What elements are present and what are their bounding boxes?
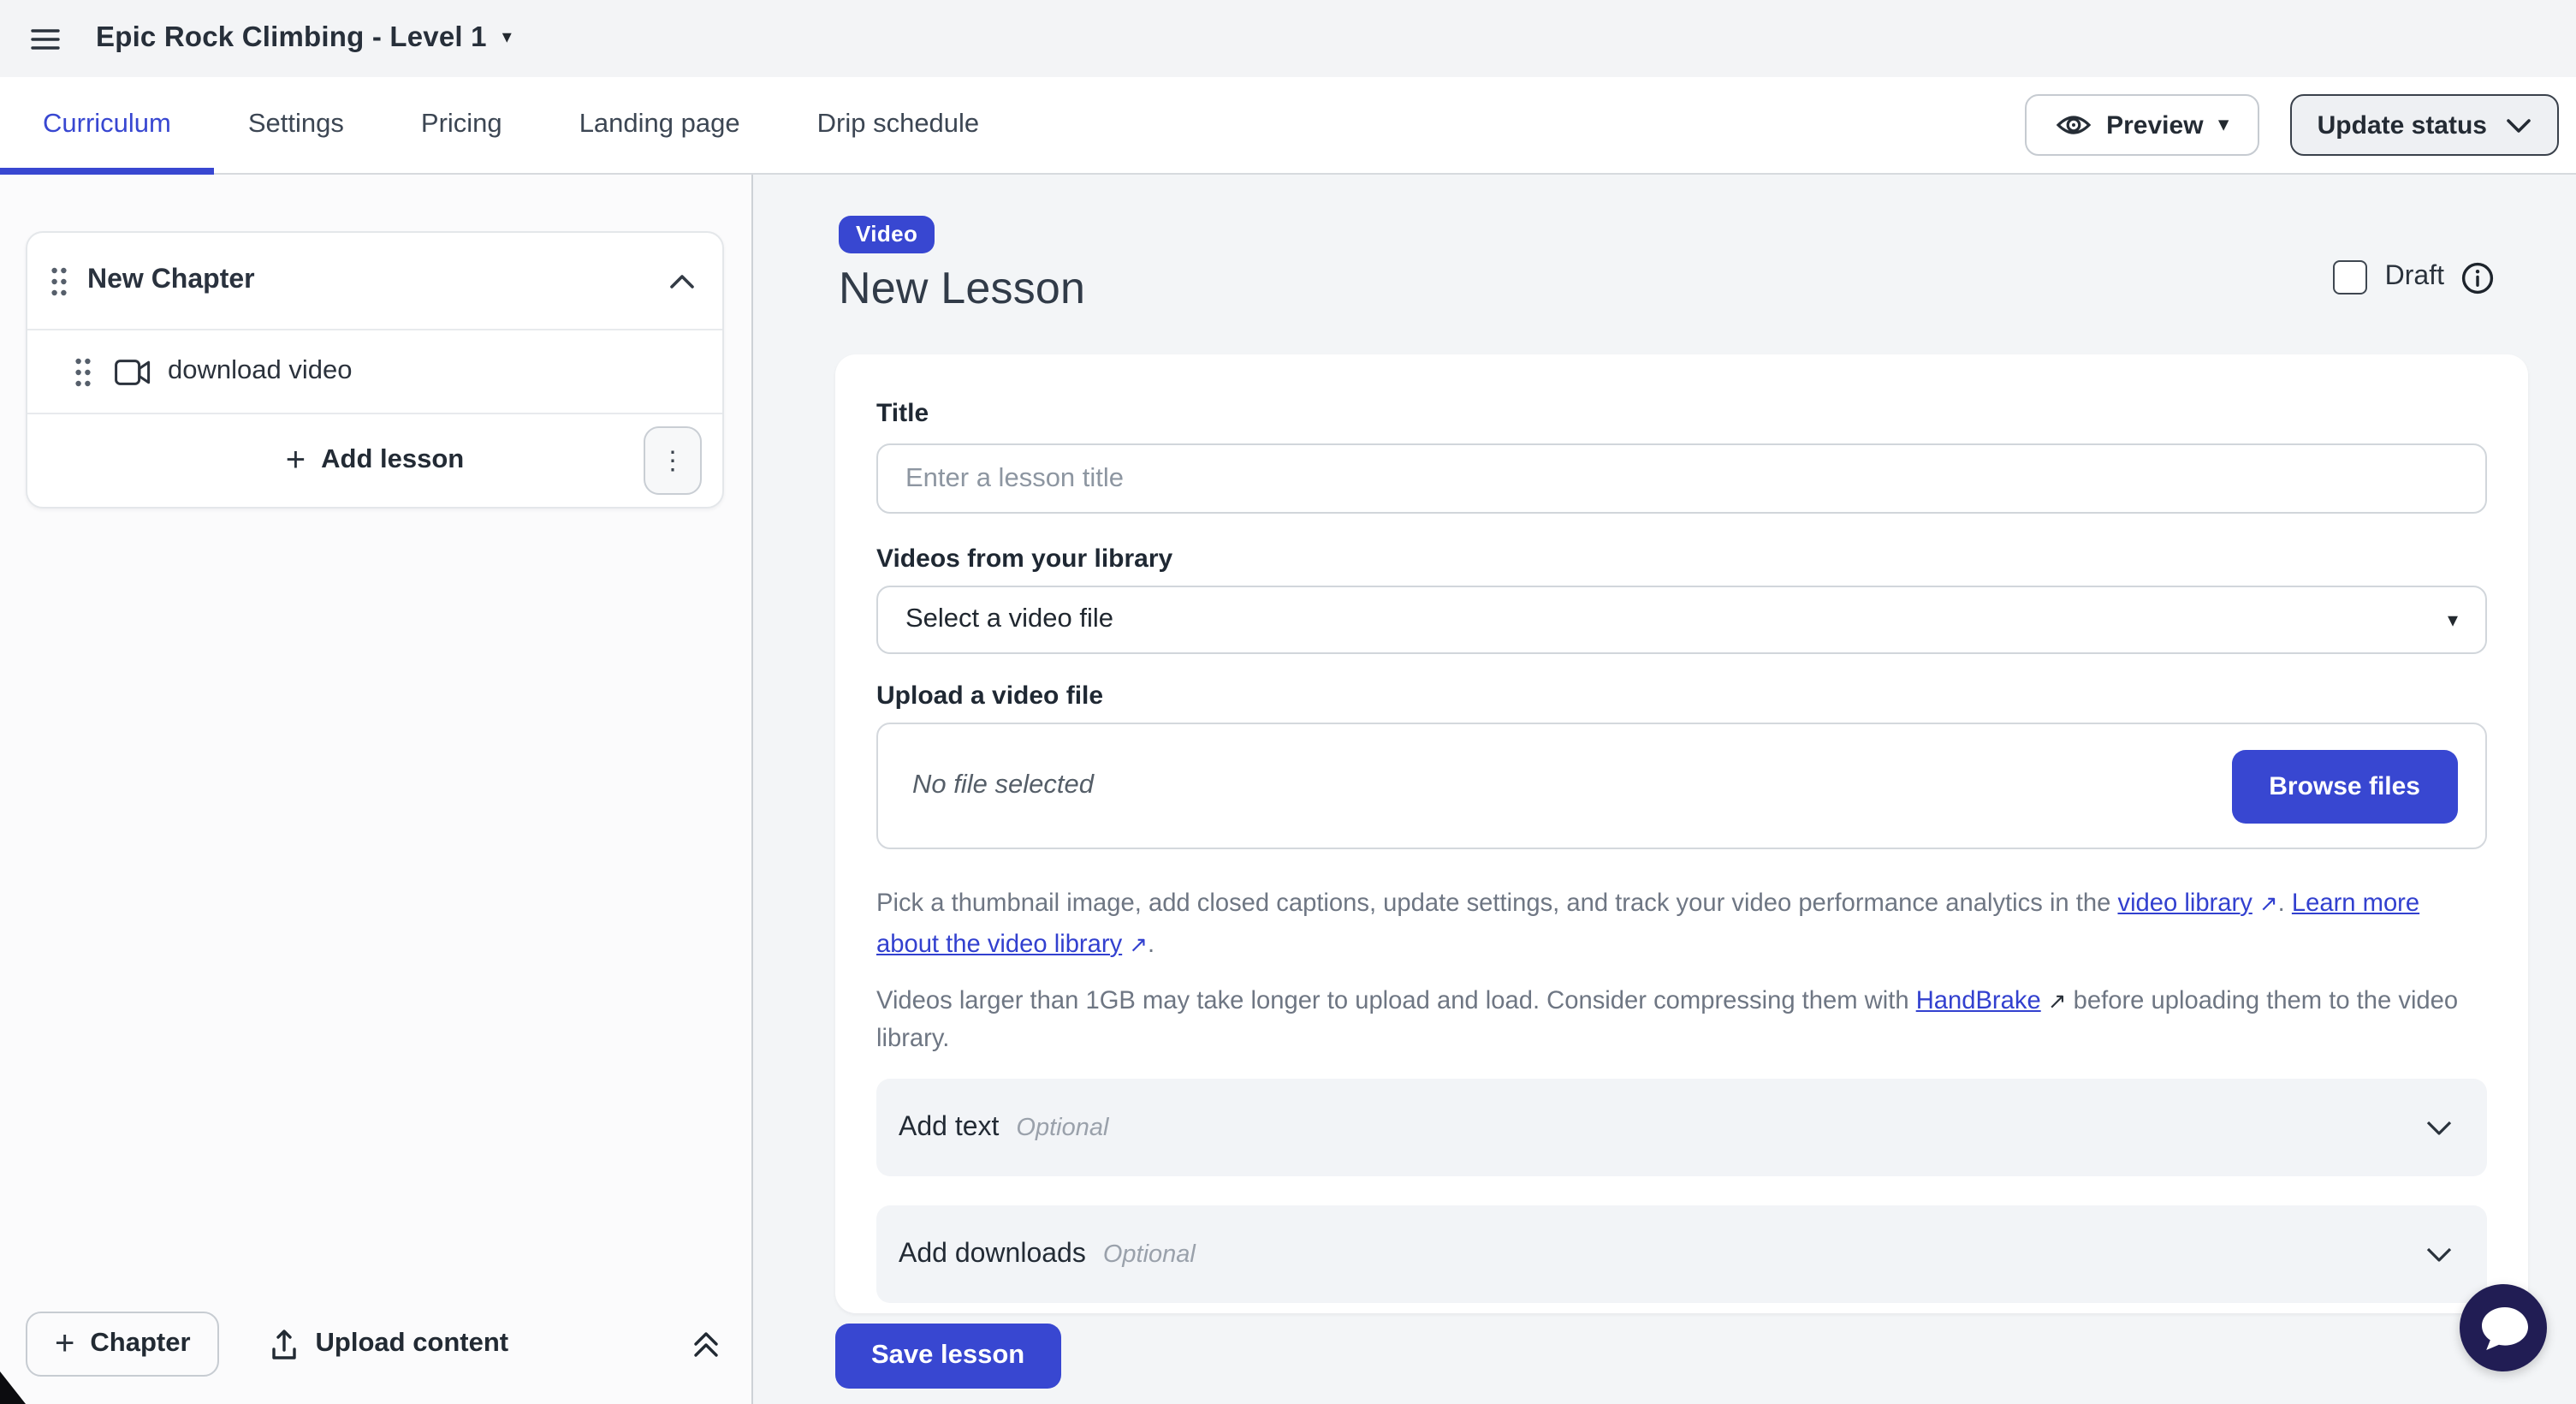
add-downloads-section[interactable]: Add downloads Optional	[876, 1205, 2487, 1303]
drag-handle-icon[interactable]	[51, 266, 67, 295]
drag-handle-icon[interactable]	[75, 357, 91, 386]
add-lesson-label: Add lesson	[321, 445, 464, 476]
course-title-menu[interactable]: Epic Rock Climbing - Level 1 ▾	[96, 22, 512, 55]
add-chapter-label: Chapter	[90, 1329, 190, 1359]
video-library-select-value: Select a video file	[905, 604, 1113, 635]
tab-curriculum[interactable]: Curriculum	[43, 77, 171, 173]
lesson-editor: Video New Lesson Draft Title Videos from…	[753, 175, 2576, 1404]
info-icon[interactable]	[2461, 261, 2494, 294]
video-library-label: Videos from your library	[876, 544, 2487, 575]
browse-files-button[interactable]: Browse files	[2231, 749, 2458, 823]
video-library-link[interactable]: video library↗	[2117, 890, 2277, 918]
lesson-item[interactable]: download video	[27, 329, 722, 413]
external-link-icon: ↗	[1129, 925, 1148, 964]
caret-down-icon: ▾	[2448, 610, 2458, 630]
tab-pricing[interactable]: Pricing	[421, 77, 502, 173]
tab-drip-schedule[interactable]: Drip schedule	[817, 77, 980, 173]
tabbar: Curriculum Settings Pricing Landing page…	[0, 77, 2576, 175]
update-status-button[interactable]: Update status	[2290, 94, 2559, 156]
lesson-form-card: Title Videos from your library Select a …	[835, 354, 2528, 1313]
add-lesson-button[interactable]: + Add lesson	[286, 443, 464, 478]
curriculum-sidebar: New Chapter download video	[0, 175, 753, 1404]
hamburger-menu-button[interactable]	[27, 23, 63, 54]
help-text: .	[1148, 931, 1154, 959]
link-label: video library	[2117, 890, 2252, 918]
draft-toggle: Draft	[2334, 260, 2494, 294]
chapter-footer: + Add lesson ⋮	[27, 413, 722, 507]
caret-down-icon: ▾	[2219, 116, 2229, 134]
tabbar-actions: Preview ▾ Update status	[2024, 94, 2576, 156]
tab-list: Curriculum Settings Pricing Landing page…	[0, 77, 979, 173]
external-link-icon: ↗	[2259, 883, 2278, 923]
help-text: Pick a thumbnail image, add closed capti…	[876, 890, 2117, 918]
add-chapter-button[interactable]: + Chapter	[26, 1312, 220, 1377]
chevron-down-icon	[2506, 117, 2531, 133]
preview-label: Preview	[2106, 110, 2203, 140]
no-file-text: No file selected	[912, 770, 1094, 801]
chapter-title: New Chapter	[87, 265, 669, 296]
link-label: HandBrake	[1916, 988, 2041, 1015]
plus-icon: +	[55, 1327, 74, 1361]
update-status-label: Update status	[2318, 110, 2487, 140]
caret-down-icon: ▾	[502, 29, 512, 48]
sidebar-footer: + Chapter Upload content	[26, 1312, 724, 1377]
draft-label: Draft	[2385, 262, 2444, 293]
app-window: Epic Rock Climbing - Level 1 ▾ Curriculu…	[0, 0, 2576, 1404]
chapter-menu-button[interactable]: ⋮	[644, 426, 702, 495]
title-label: Title	[876, 399, 2487, 430]
upload-content-button[interactable]: Upload content	[270, 1328, 509, 1360]
lesson-type-badge: Video	[839, 216, 935, 253]
chevron-up-icon[interactable]	[669, 273, 695, 289]
video-library-select[interactable]: Select a video file ▾	[876, 586, 2487, 654]
chapter-card: New Chapter download video	[26, 231, 724, 509]
chat-widget-button[interactable]	[2460, 1284, 2547, 1371]
optional-label: Optional	[1103, 1240, 1196, 1268]
course-title: Epic Rock Climbing - Level 1	[96, 22, 487, 55]
handbrake-link[interactable]: HandBrake↗	[1916, 988, 2067, 1015]
draft-checkbox[interactable]	[2334, 260, 2368, 294]
eye-icon	[2055, 111, 2091, 139]
lesson-title-input[interactable]	[876, 443, 2487, 514]
lesson-item-title: download video	[168, 356, 352, 387]
compression-help-text: Videos larger than 1GB may take longer t…	[876, 983, 2487, 1058]
add-text-section[interactable]: Add text Optional	[876, 1079, 2487, 1176]
chapter-header[interactable]: New Chapter	[27, 233, 722, 329]
lesson-header: Video New Lesson Draft	[835, 216, 2528, 315]
help-text: Videos larger than 1GB may take longer t…	[876, 988, 1916, 1015]
hamburger-icon	[31, 27, 60, 51]
topbar: Epic Rock Climbing - Level 1 ▾	[0, 0, 2576, 77]
upload-icon	[270, 1328, 300, 1360]
tab-settings[interactable]: Settings	[248, 77, 344, 173]
video-library-help-text: Pick a thumbnail image, add closed capti…	[876, 883, 2487, 966]
double-chevron-up-icon	[691, 1329, 721, 1359]
plus-icon: +	[286, 443, 306, 478]
tab-landing-page[interactable]: Landing page	[579, 77, 740, 173]
help-text: .	[2278, 890, 2292, 918]
chat-icon	[2478, 1304, 2529, 1352]
upload-dropzone[interactable]: No file selected Browse files	[876, 723, 2487, 849]
upload-video-label: Upload a video file	[876, 681, 2487, 712]
video-icon	[115, 359, 151, 384]
external-link-icon: ↗	[2048, 983, 2067, 1020]
chevron-down-icon	[2425, 1246, 2453, 1263]
kebab-icon: ⋮	[660, 448, 686, 473]
add-text-label: Add text	[899, 1112, 999, 1143]
lesson-page-title: New Lesson	[839, 262, 1085, 315]
collapse-all-button[interactable]	[688, 1325, 724, 1363]
save-lesson-button[interactable]: Save lesson	[835, 1324, 1060, 1389]
preview-button[interactable]: Preview ▾	[2024, 94, 2259, 156]
chevron-down-icon	[2425, 1119, 2453, 1136]
add-downloads-label: Add downloads	[899, 1239, 1086, 1270]
optional-label: Optional	[1016, 1114, 1108, 1141]
upload-content-label: Upload content	[316, 1329, 509, 1359]
